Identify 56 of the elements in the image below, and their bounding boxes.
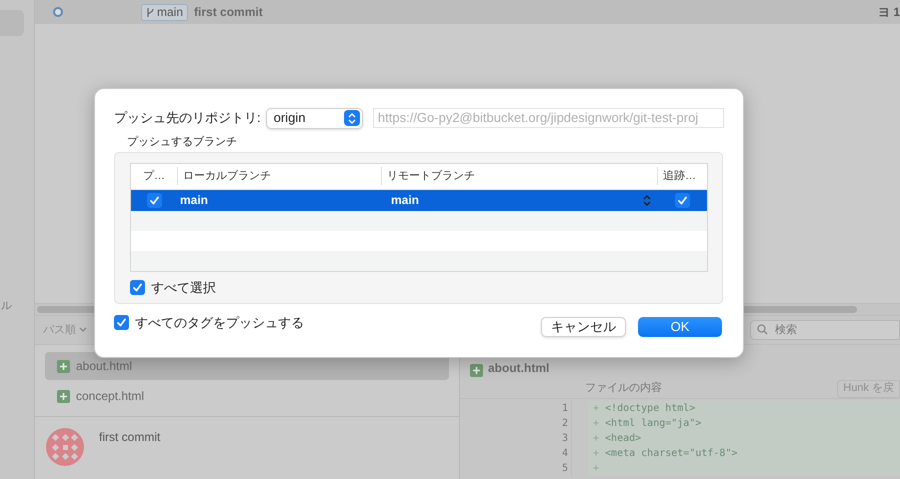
repository-select[interactable]: origin [266, 108, 363, 128]
checkbox-label: すべてのタグをプッシュする [135, 314, 304, 332]
cancel-button[interactable]: キャンセル [541, 316, 626, 336]
commit-count: ヨ 1 [878, 4, 900, 21]
checkmark-icon [132, 282, 143, 293]
repository-label: プッシュ先のリポジトリ: [114, 109, 261, 128]
stepper-icon [344, 110, 360, 126]
column-header[interactable]: ローカルブランチ [177, 167, 381, 185]
column-header[interactable]: リモートブランチ [381, 167, 657, 185]
search-field[interactable]: 検索 [750, 320, 900, 340]
commit-row[interactable]: main first commit ヨ 1 [35, 0, 900, 24]
branch-row[interactable]: main main [131, 190, 707, 210]
line-number: 2 [460, 416, 572, 431]
checkbox[interactable] [114, 314, 129, 330]
line-number: 3 [460, 431, 572, 446]
commit-node-icon [53, 7, 63, 17]
sidebar-label: ル [1, 299, 13, 314]
checkbox[interactable] [674, 192, 690, 208]
section-label: プッシュするブランチ [127, 134, 238, 150]
column-header[interactable]: 追跡… [657, 167, 707, 185]
checkmark-icon [116, 316, 127, 328]
branch-tag: main [141, 4, 188, 20]
checkbox-label: すべて選択 [151, 278, 216, 296]
diff-file-name: about.html [488, 360, 550, 377]
local-branch-cell-text: main [179, 192, 210, 209]
file-row[interactable]: concept.html [45, 382, 449, 410]
checkmark-icon [148, 194, 160, 206]
added-file-icon [57, 360, 70, 372]
diff-sign: + [593, 402, 600, 416]
checkbox[interactable] [130, 280, 145, 295]
remote-branch-select[interactable]: main [381, 191, 657, 209]
commit-message: first commit [99, 429, 160, 446]
added-file-icon [470, 364, 483, 377]
added-file-icon [57, 390, 70, 402]
ok-button[interactable]: OK [638, 316, 722, 336]
code-line: <meta charset="utf-8"> [605, 447, 738, 461]
chevron-icon [79, 327, 87, 333]
code-line: <head> [605, 432, 642, 446]
code-line: <!doctype html> [605, 402, 696, 416]
line-number: 4 [460, 446, 572, 461]
avatar-icon [45, 427, 85, 467]
diff-sign: + [593, 447, 600, 461]
diff-sign: + [593, 417, 600, 431]
commit-message: first commit [194, 4, 263, 21]
line-number: 1 [460, 401, 572, 416]
diff-sign: + [593, 462, 600, 476]
line-number: 5 [460, 461, 572, 476]
code-line: <html lang="ja"> [605, 417, 702, 431]
checkmark-icon [676, 194, 688, 206]
up-down-icon [643, 194, 651, 206]
checkbox[interactable] [146, 192, 162, 208]
hunk-header: ファイルの内容 [585, 380, 662, 396]
search-icon [757, 324, 768, 335]
branch-icon [146, 6, 155, 18]
diff-sign: + [593, 432, 600, 446]
column-header[interactable]: プ… [131, 167, 177, 185]
